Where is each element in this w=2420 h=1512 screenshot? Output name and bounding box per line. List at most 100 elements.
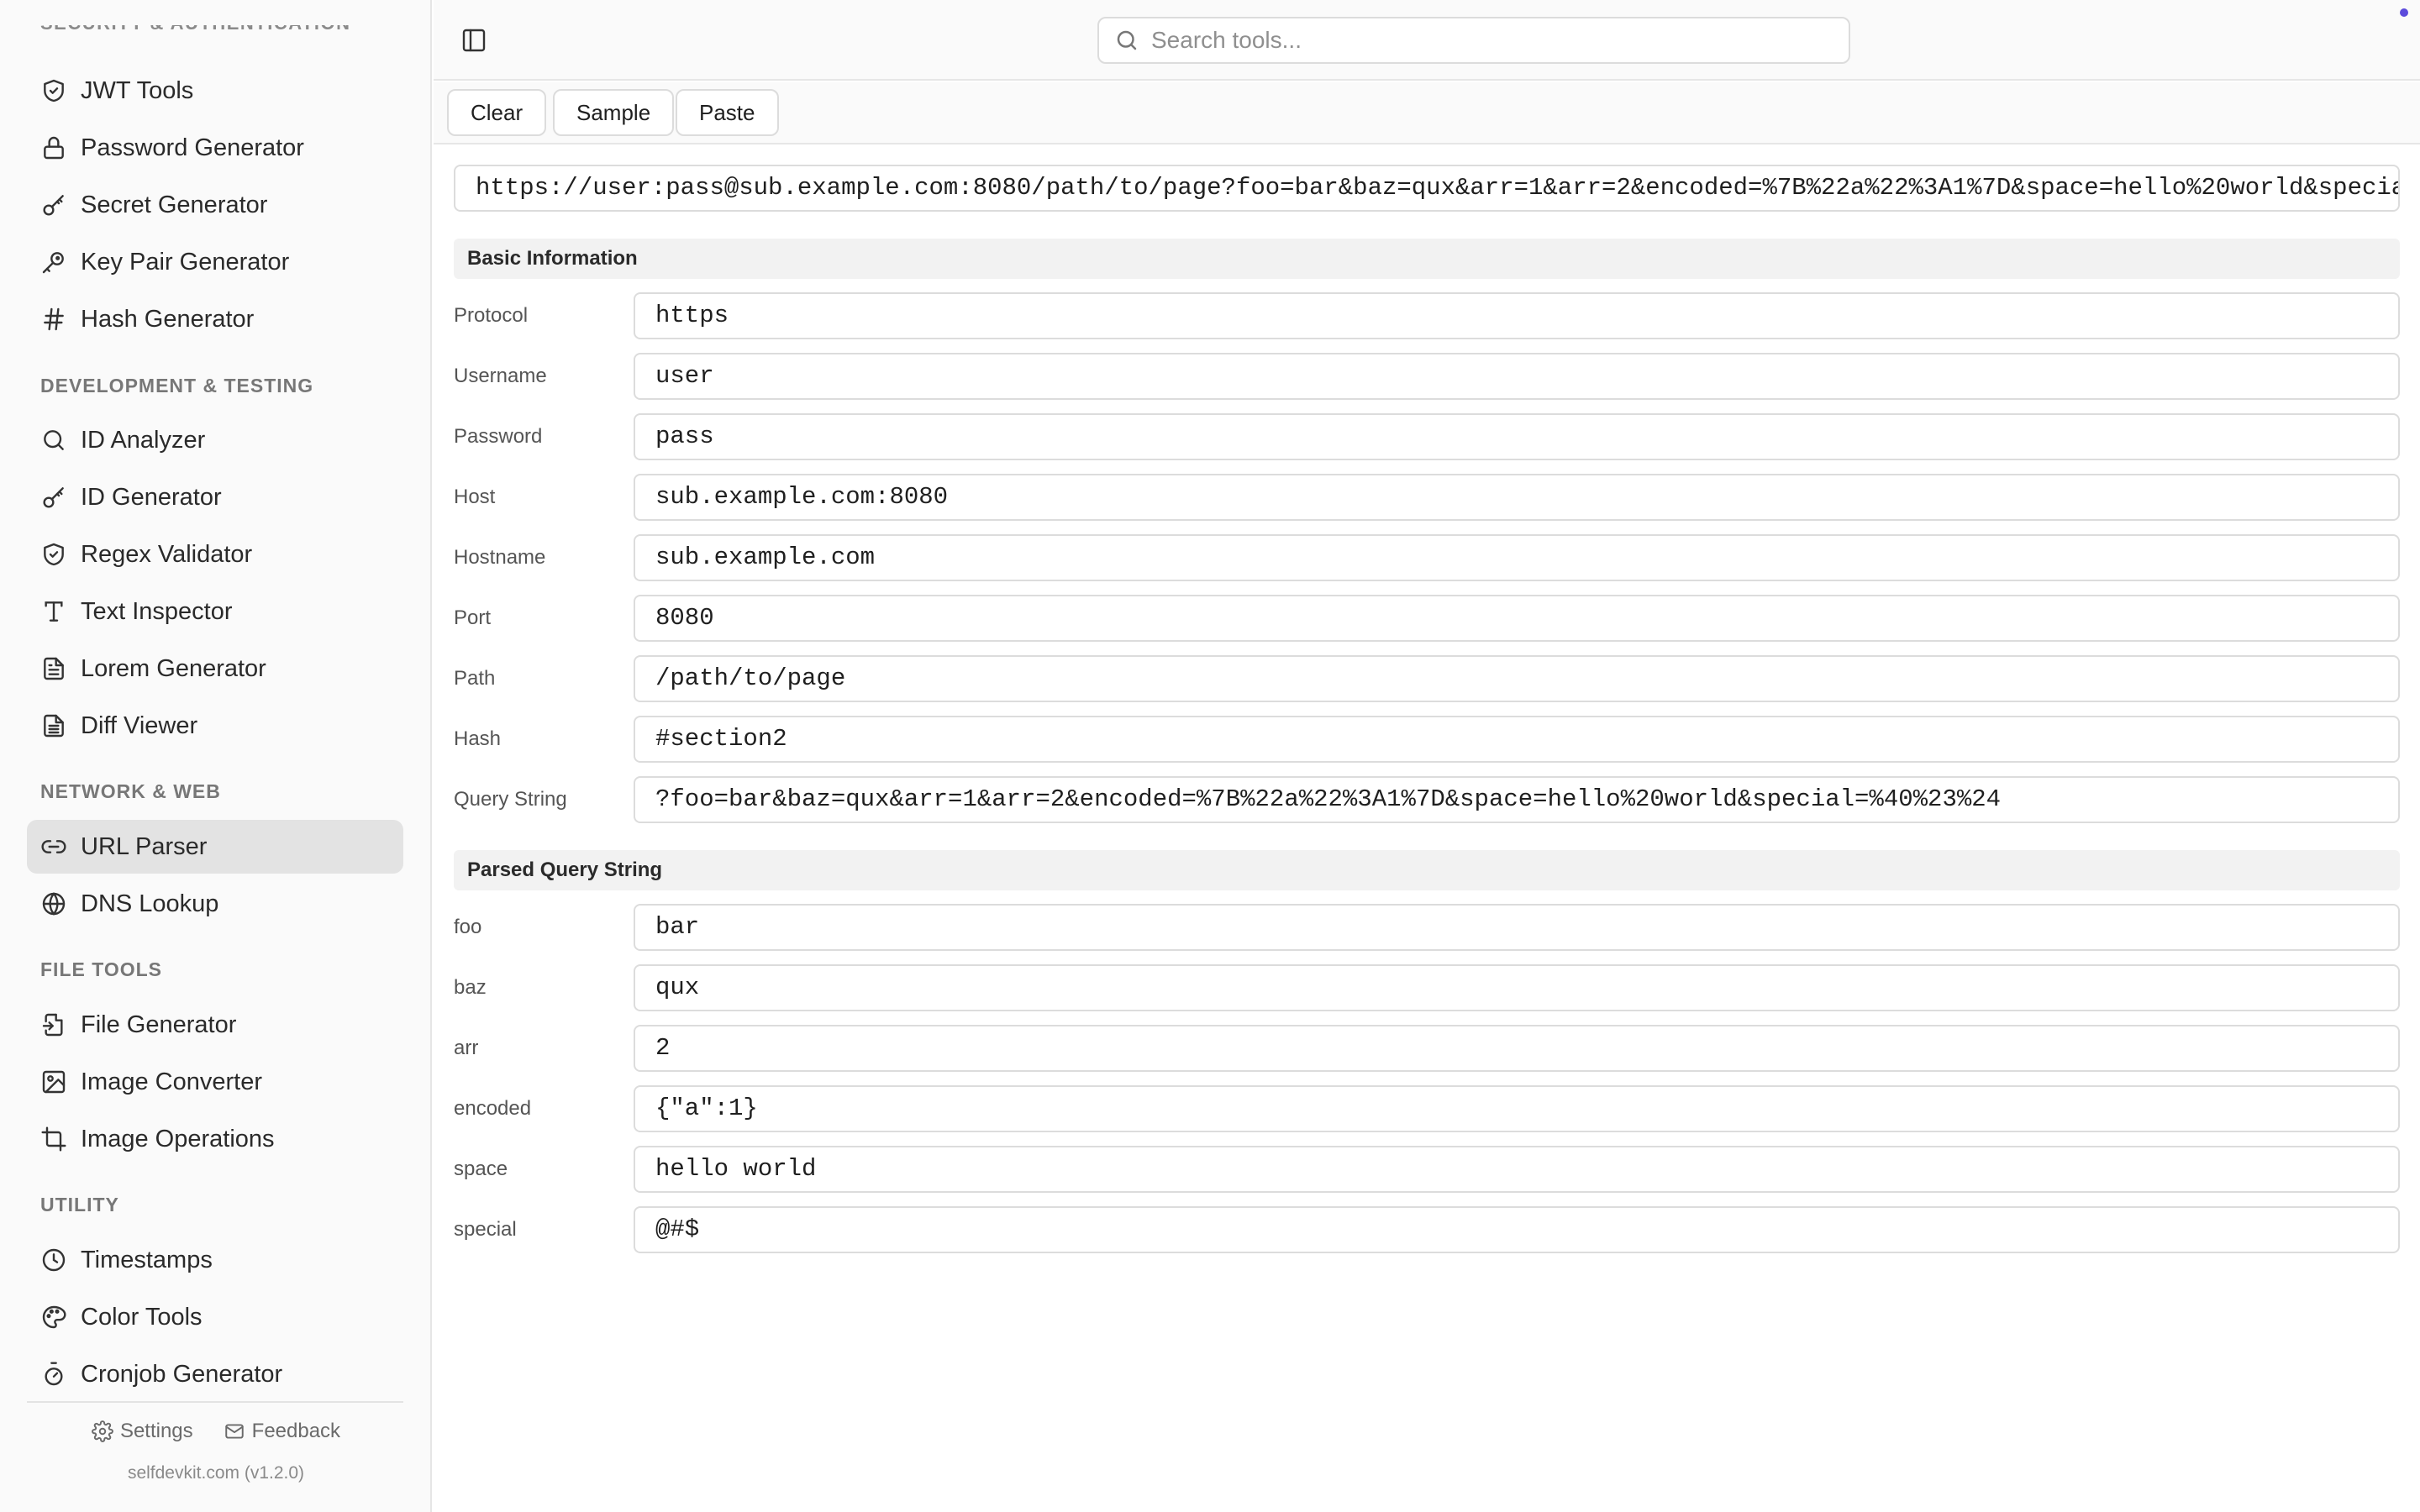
sidebar-footer: Settings Feedback bbox=[0, 1415, 430, 1448]
sidebar-item-label: File Generator bbox=[81, 1011, 237, 1038]
key-round-icon bbox=[40, 192, 67, 218]
sidebar-item-label: Regex Validator bbox=[81, 540, 253, 568]
query-param-value[interactable]: 2 bbox=[634, 1025, 2400, 1072]
top-bar bbox=[434, 0, 2420, 81]
query-param-value[interactable]: qux bbox=[634, 964, 2400, 1011]
sidebar-item-lorem-generator[interactable]: Lorem Generator bbox=[27, 642, 403, 696]
query-param-value[interactable]: hello world bbox=[634, 1146, 2400, 1193]
sidebar-item-label: Timestamps bbox=[81, 1246, 213, 1273]
file-output-icon bbox=[40, 1011, 67, 1038]
clock-icon bbox=[40, 1247, 67, 1273]
image-icon bbox=[40, 1068, 67, 1095]
sidebar-item-label: Image Operations bbox=[81, 1125, 275, 1152]
sidebar-item-label: Text Inspector bbox=[81, 597, 233, 625]
hostname-label: Hostname bbox=[454, 546, 546, 569]
password-field[interactable]: pass bbox=[634, 413, 2400, 460]
query-param-value[interactable]: bar bbox=[634, 904, 2400, 951]
toolbar: Clear Sample Paste bbox=[434, 82, 2420, 144]
sidebar-item-url-parser[interactable]: URL Parser bbox=[27, 820, 403, 874]
mail-icon bbox=[224, 1420, 245, 1442]
file-diff-icon bbox=[40, 712, 67, 739]
hash-icon bbox=[40, 306, 67, 333]
protocol-field[interactable]: https bbox=[634, 292, 2400, 339]
sidebar-section-title-utility: UTILITY bbox=[40, 1194, 119, 1215]
path-field[interactable]: /path/to/page bbox=[634, 655, 2400, 702]
sidebar-item-key-pair-generator[interactable]: Key Pair Generator bbox=[27, 235, 403, 289]
hostname-field[interactable]: sub.example.com bbox=[634, 534, 2400, 581]
protocol-label: Protocol bbox=[454, 304, 529, 327]
hash-field[interactable]: #section2 bbox=[634, 716, 2400, 763]
sample-button[interactable]: Sample bbox=[553, 89, 675, 136]
search-icon bbox=[1114, 28, 1151, 53]
paste-button[interactable]: Paste bbox=[676, 89, 779, 136]
sidebar-item-password-generator[interactable]: Password Generator bbox=[27, 121, 403, 175]
sidebar-section-title-security: SECURITY & AUTHENTICATION bbox=[40, 25, 351, 49]
username-label: Username bbox=[454, 365, 547, 387]
query-string-field[interactable]: ?foo=bar&baz=qux&arr=1&arr=2&encoded=%7B… bbox=[634, 776, 2400, 823]
feedback-label: Feedback bbox=[251, 1420, 341, 1442]
query-param-label: space bbox=[454, 1158, 508, 1180]
sidebar-item-file-generator[interactable]: File Generator bbox=[27, 998, 403, 1052]
sidebar-item-text-inspector[interactable]: Text Inspector bbox=[27, 585, 403, 638]
path-label: Path bbox=[454, 667, 496, 690]
query-param-value[interactable]: {"a":1} bbox=[634, 1085, 2400, 1132]
panel-left-icon bbox=[460, 27, 487, 54]
sidebar-item-label: Key Pair Generator bbox=[81, 248, 290, 276]
sidebar-item-secret-generator[interactable]: Secret Generator bbox=[27, 178, 403, 232]
timer-icon bbox=[40, 1361, 67, 1388]
sidebar-item-dns-lookup[interactable]: DNS Lookup bbox=[27, 877, 403, 931]
sidebar-item-label: JWT Tools bbox=[81, 76, 194, 104]
sidebar-item-jwt-tools[interactable]: JWT Tools bbox=[27, 64, 403, 118]
settings-label: Settings bbox=[119, 1420, 193, 1442]
search-icon bbox=[40, 427, 67, 454]
settings-link[interactable]: Settings bbox=[92, 1420, 193, 1443]
query-param-label: foo bbox=[454, 916, 482, 938]
search-box[interactable] bbox=[1097, 17, 1850, 64]
sidebar-footer-divider bbox=[27, 1401, 403, 1403]
sidebar-toggle-button[interactable] bbox=[459, 25, 489, 55]
sidebar-item-label: Lorem Generator bbox=[81, 654, 266, 682]
sidebar-section-title-development: DEVELOPMENT & TESTING bbox=[40, 375, 314, 396]
key-round-icon bbox=[40, 484, 67, 511]
clear-button[interactable]: Clear bbox=[447, 89, 547, 136]
sidebar-item-image-converter[interactable]: Image Converter bbox=[27, 1055, 403, 1109]
gear-icon bbox=[92, 1420, 113, 1442]
sidebar-item-label: DNS Lookup bbox=[81, 890, 219, 917]
sidebar-item-timestamps[interactable]: Timestamps bbox=[27, 1233, 403, 1287]
globe-icon bbox=[40, 890, 67, 917]
password-label: Password bbox=[454, 425, 543, 448]
sidebar-item-label: Image Converter bbox=[81, 1068, 262, 1095]
status-dot bbox=[2400, 8, 2408, 17]
port-field[interactable]: 8080 bbox=[634, 595, 2400, 642]
sidebar-item-cronjob-generator[interactable]: Cronjob Generator bbox=[27, 1347, 403, 1401]
sidebar-item-id-generator[interactable]: ID Generator bbox=[27, 470, 403, 524]
sidebar-item-hash-generator[interactable]: Hash Generator bbox=[27, 292, 403, 346]
file-text-icon bbox=[40, 655, 67, 682]
url-input[interactable]: https://user:pass@sub.example.com:8080/p… bbox=[454, 165, 2400, 212]
query-param-label: baz bbox=[454, 976, 487, 999]
feedback-link[interactable]: Feedback bbox=[224, 1420, 340, 1443]
sidebar-item-id-analyzer[interactable]: ID Analyzer bbox=[27, 413, 403, 467]
sidebar-item-diff-viewer[interactable]: Diff Viewer bbox=[27, 699, 403, 753]
search-input[interactable] bbox=[1151, 27, 1849, 54]
type-icon bbox=[40, 598, 67, 625]
hash-label: Hash bbox=[454, 727, 502, 750]
sidebar-item-label: Password Generator bbox=[81, 134, 304, 161]
query-param-label: special bbox=[454, 1218, 517, 1241]
palette-icon bbox=[40, 1304, 67, 1331]
link-icon bbox=[40, 833, 67, 860]
query-param-value[interactable]: @#$ bbox=[634, 1206, 2400, 1253]
username-field[interactable]: user bbox=[634, 353, 2400, 400]
query-param-label: arr bbox=[454, 1037, 479, 1059]
sidebar-item-image-operations[interactable]: Image Operations bbox=[27, 1112, 403, 1166]
query-string-label: Query String bbox=[454, 788, 567, 811]
sidebar-item-regex-validator[interactable]: Regex Validator bbox=[27, 528, 403, 581]
port-label: Port bbox=[454, 606, 492, 629]
host-field[interactable]: sub.example.com:8080 bbox=[634, 474, 2400, 521]
sidebar-section-title-file: FILE TOOLS bbox=[40, 958, 163, 980]
sidebar-item-label: Color Tools bbox=[81, 1303, 203, 1331]
basic-information-header: Basic Information bbox=[454, 239, 2400, 279]
sidebar-item-color-tools[interactable]: Color Tools bbox=[27, 1290, 403, 1344]
shield-check-icon bbox=[40, 541, 67, 568]
shield-check-icon bbox=[40, 77, 67, 104]
